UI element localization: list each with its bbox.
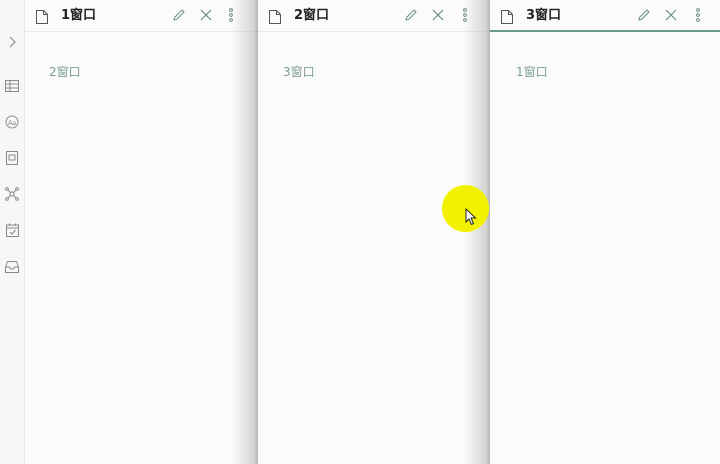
pane-title[interactable]: 2窗口	[294, 7, 329, 25]
internal-link[interactable]: 3窗口	[283, 64, 315, 80]
pane-title[interactable]: 3窗口	[526, 7, 561, 25]
inbox-icon[interactable]	[4, 259, 20, 275]
pane-1: 1窗口 2窗口	[25, 0, 258, 464]
close-icon[interactable]	[199, 8, 213, 22]
pane-body: 1窗口	[490, 32, 720, 464]
card-icon[interactable]	[4, 150, 20, 166]
file-icon	[269, 9, 281, 24]
translate-icon[interactable]: Aa	[4, 114, 20, 130]
table-icon[interactable]	[4, 78, 20, 94]
pane-3: 3窗口 1窗口	[490, 0, 720, 464]
edit-pencil-icon[interactable]	[637, 8, 651, 22]
close-icon[interactable]	[664, 8, 678, 22]
file-icon	[501, 9, 513, 24]
chevron-right-icon[interactable]	[4, 34, 20, 50]
edit-pencil-icon[interactable]	[404, 8, 418, 22]
pane-divider-shadow	[464, 0, 490, 464]
internal-link[interactable]: 1窗口	[516, 64, 548, 80]
pane-2: 2窗口 3窗口	[258, 0, 490, 464]
more-vertical-icon[interactable]	[695, 8, 701, 22]
graph-icon[interactable]	[4, 186, 20, 202]
left-ribbon: Aa	[0, 0, 25, 464]
pane-title[interactable]: 1窗口	[61, 7, 96, 25]
pane-body: 2窗口	[25, 32, 258, 464]
close-icon[interactable]	[431, 8, 445, 22]
internal-link[interactable]: 2窗口	[49, 64, 81, 80]
pane-divider-shadow	[232, 0, 258, 464]
pane-header: 3窗口	[490, 0, 720, 32]
calendar-check-icon[interactable]	[4, 222, 20, 238]
app-window: Aa 1窗口 2窗口 2窗口 3窗口 3窗口 1窗口	[0, 0, 720, 464]
pane-header: 1窗口	[25, 0, 258, 32]
file-icon	[36, 9, 48, 24]
pane-header: 2窗口	[258, 0, 490, 32]
edit-pencil-icon[interactable]	[172, 8, 186, 22]
mouse-pointer-icon	[465, 207, 477, 226]
svg-text:a: a	[13, 120, 17, 127]
pane-body: 3窗口	[258, 32, 490, 464]
